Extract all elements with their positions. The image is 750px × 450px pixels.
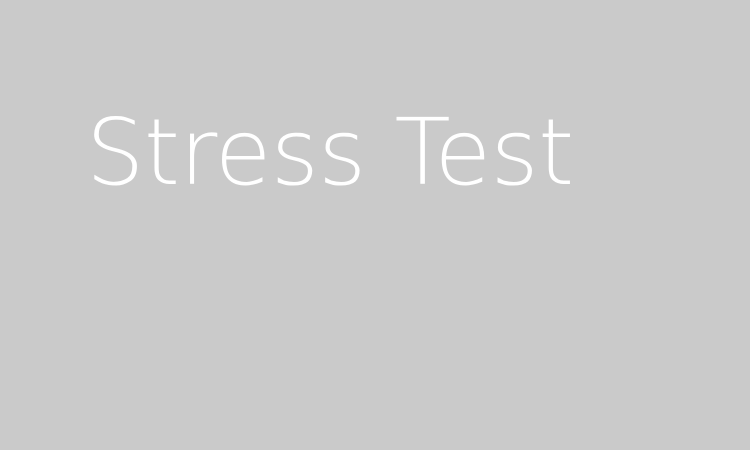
page-title: Stress Test bbox=[86, 99, 574, 206]
